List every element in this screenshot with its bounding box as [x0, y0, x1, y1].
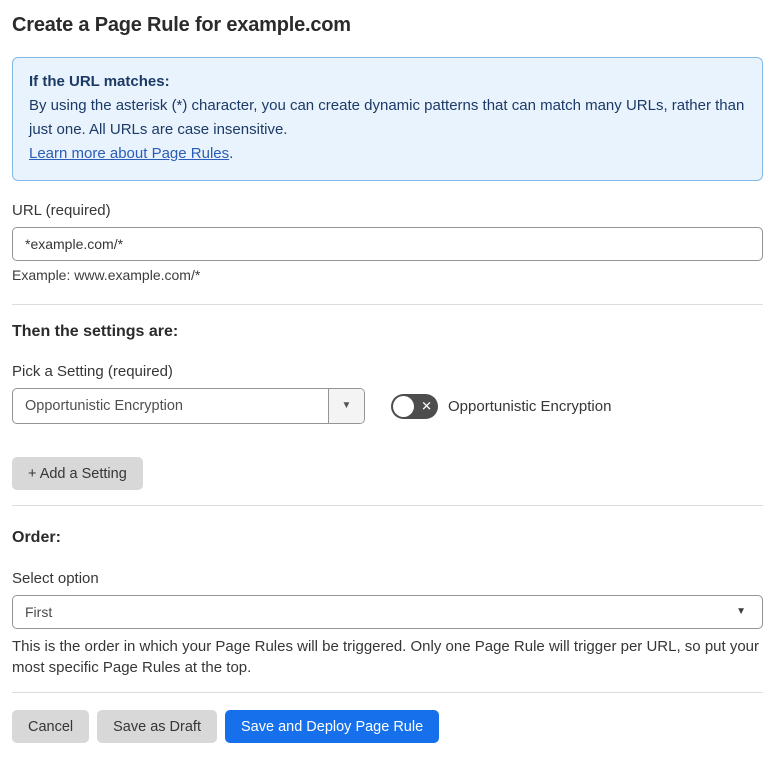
order-helper-text: This is the order in which your Page Rul…: [12, 638, 760, 676]
info-box-body: By using the asterisk (*) character, you…: [29, 97, 745, 138]
setting-row: Opportunistic Encryption ▼ ✕ Opportunist…: [12, 388, 763, 424]
save-as-draft-button[interactable]: Save as Draft: [97, 710, 217, 743]
opportunistic-encryption-toggle[interactable]: ✕: [391, 393, 438, 419]
learn-more-link[interactable]: Learn more about Page Rules: [29, 145, 229, 162]
section-divider: [12, 692, 763, 693]
link-period: .: [229, 145, 234, 162]
url-input[interactable]: [12, 227, 763, 261]
add-setting-button[interactable]: + Add a Setting: [12, 457, 143, 490]
setting-dropdown-value: Opportunistic Encryption: [25, 398, 183, 414]
select-option-label: Select option: [12, 570, 99, 587]
order-select[interactable]: First ▼: [12, 595, 763, 629]
toggle-knob: [393, 395, 414, 417]
setting-toggle-group: ✕ Opportunistic Encryption: [391, 393, 612, 419]
url-match-info-box: If the URL matches: By using the asteris…: [12, 57, 763, 181]
footer-actions: Cancel Save as Draft Save and Deploy Pag…: [12, 710, 763, 743]
url-field-label: URL (required): [12, 202, 111, 219]
select-arrow-icon: ▼: [736, 606, 746, 617]
save-and-deploy-button[interactable]: Save and Deploy Page Rule: [224, 710, 440, 743]
section-divider: [12, 304, 763, 305]
info-box-heading: If the URL matches:: [29, 73, 170, 90]
order-section-heading: Order:: [12, 529, 61, 546]
page-title: Create a Page Rule for example.com: [12, 14, 351, 36]
toggle-off-x-icon: ✕: [421, 398, 432, 414]
info-box-link-line: Learn more about Page Rules.: [29, 142, 746, 166]
pick-setting-label: Pick a Setting (required): [12, 363, 173, 380]
cancel-button[interactable]: Cancel: [12, 710, 90, 743]
order-select-value: First: [25, 604, 53, 620]
settings-section-heading: Then the settings are:: [12, 323, 179, 340]
setting-dropdown-arrow-button[interactable]: ▼: [328, 389, 364, 423]
setting-dropdown[interactable]: Opportunistic Encryption ▼: [12, 388, 365, 424]
chevron-down-icon: ▼: [341, 400, 352, 411]
section-divider: [12, 505, 763, 506]
url-example-helper: Example: www.example.com/*: [12, 267, 201, 283]
create-page-rule-form: Create a Page Rule for example.com If th…: [0, 0, 775, 743]
setting-toggle-label: Opportunistic Encryption: [448, 397, 612, 415]
